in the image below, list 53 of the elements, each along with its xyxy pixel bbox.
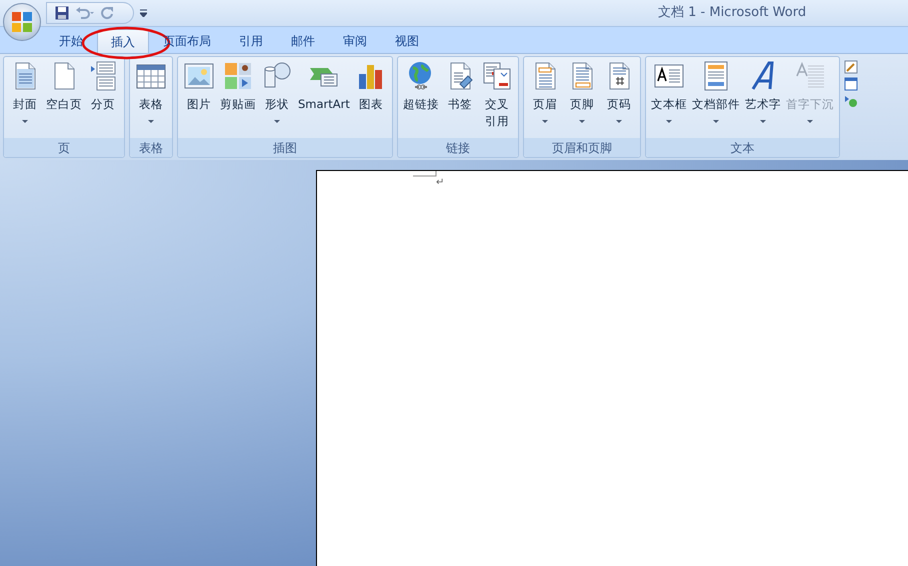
ribbon-button[interactable]: 交叉 引用	[478, 60, 515, 138]
object-icon[interactable]	[844, 94, 858, 108]
margin-corner-icon	[413, 171, 437, 177]
ribbon-button[interactable]: 分页	[85, 60, 121, 138]
caret-icon	[616, 120, 622, 124]
ribbon-tab[interactable]: 邮件	[277, 29, 329, 53]
group-label: 页	[4, 138, 124, 157]
ribbon-button[interactable]: 剪贴画	[218, 60, 258, 138]
ribbon-tab[interactable]: 插入	[97, 29, 149, 53]
ribbon-tab[interactable]: 开始	[45, 29, 97, 53]
ribbon-button[interactable]: 超链接	[400, 60, 441, 138]
ribbon-tab[interactable]: 视图	[381, 29, 433, 53]
cross-reference-icon	[480, 60, 513, 92]
office-logo-icon	[11, 11, 33, 33]
caret-icon	[274, 120, 280, 124]
calendar-icon[interactable]	[844, 77, 858, 91]
pen-icon[interactable]	[844, 60, 858, 74]
caret-icon	[22, 120, 28, 124]
caret-icon	[148, 120, 154, 124]
redo-icon[interactable]	[101, 6, 114, 20]
ribbon-tab[interactable]: 审阅	[329, 29, 381, 53]
caret-icon	[666, 120, 672, 124]
group-label: 表格	[130, 138, 172, 157]
ribbon-button[interactable]: 页码	[600, 60, 637, 138]
undo-icon[interactable]	[75, 6, 95, 20]
caret-icon	[806, 120, 813, 124]
customize-toolbar-icon[interactable]	[140, 9, 147, 17]
paragraph-mark: ↵	[436, 177, 446, 189]
group-label: 文本	[646, 138, 839, 157]
ribbon-button[interactable]: 页眉	[526, 60, 563, 138]
ribbon-button[interactable]: 形状	[259, 60, 295, 138]
group-label: 页眉和页脚	[524, 138, 640, 157]
ribbon-button[interactable]: 表格	[133, 60, 169, 138]
caret-icon	[578, 120, 585, 124]
window-title: 文档 1 - Microsoft Word	[658, 4, 806, 22]
group-label: 插图	[178, 138, 392, 157]
ribbon-button[interactable]: 书签	[442, 60, 478, 138]
ribbon-button[interactable]: 图片	[181, 60, 217, 138]
ribbon-button[interactable]: 空白页	[44, 60, 84, 138]
ribbon-tab[interactable]: 引用	[225, 29, 277, 53]
ribbon-button[interactable]: 页脚	[564, 60, 600, 138]
group-label: 链接	[398, 138, 518, 157]
ribbon-button[interactable]: 文档部件	[690, 60, 742, 138]
ribbon-button[interactable]: 图表	[352, 60, 389, 138]
ribbon-button[interactable]: 封面	[7, 60, 43, 138]
caret-icon	[712, 120, 719, 124]
caret-icon	[542, 120, 548, 124]
clipart-icon	[222, 60, 254, 92]
save-icon[interactable]	[55, 6, 69, 20]
ribbon-button[interactable]: 文本框	[648, 60, 689, 138]
ribbon-button[interactable]: 艺术字	[742, 60, 783, 138]
ribbon-button[interactable]: SmartArt	[296, 60, 352, 138]
caret-icon	[760, 120, 766, 124]
